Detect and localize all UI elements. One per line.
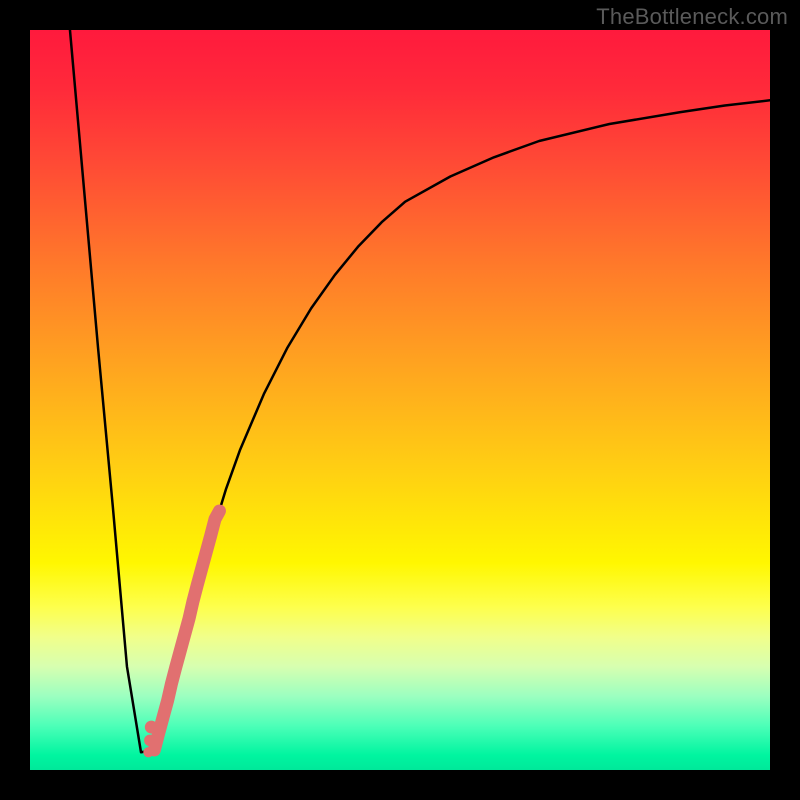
watermark-text: TheBottleneck.com xyxy=(596,4,788,30)
bottleneck-curve xyxy=(70,30,770,752)
highlight-dot xyxy=(144,735,156,747)
plot-area xyxy=(30,30,770,770)
highlight-segment xyxy=(154,511,219,750)
highlight-dot xyxy=(145,721,158,734)
highlight-dot xyxy=(143,747,153,757)
chart-svg xyxy=(30,30,770,770)
